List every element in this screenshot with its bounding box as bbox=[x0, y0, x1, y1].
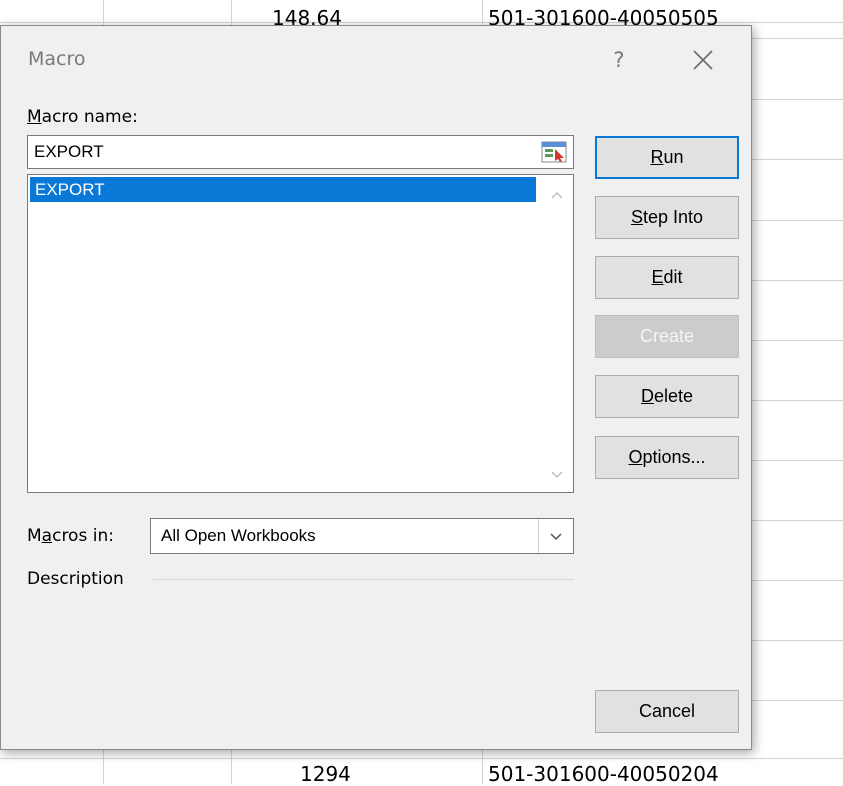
macros-in-label-post: cros in: bbox=[52, 526, 114, 546]
options-accel: O bbox=[628, 447, 643, 467]
cell-amount-bottom[interactable]: 1294 bbox=[300, 762, 351, 786]
edit-label: dit bbox=[663, 267, 683, 287]
edit-accel: E bbox=[651, 267, 664, 287]
run-accel: R bbox=[650, 147, 664, 167]
close-icon bbox=[693, 50, 713, 70]
macro-name-label-text: acro name: bbox=[41, 107, 138, 127]
macro-name-label-accel: M bbox=[27, 107, 42, 127]
grid-row-line bbox=[0, 758, 843, 759]
step-into-accel: S bbox=[630, 207, 643, 227]
macros-in-value: All Open Workbooks bbox=[161, 526, 316, 545]
cell-code-bottom[interactable]: 501-301600-40050204 bbox=[488, 762, 719, 786]
options-button[interactable]: Options... bbox=[595, 436, 739, 479]
macro-dialog: Macro ? Macro name: EXPORT EXPORT Run St… bbox=[0, 25, 752, 750]
scroll-up-icon[interactable] bbox=[542, 184, 572, 206]
macro-list-item-selected[interactable]: EXPORT bbox=[30, 177, 536, 202]
options-label: ptions... bbox=[642, 447, 706, 467]
step-into-button[interactable]: Step Into bbox=[595, 196, 739, 239]
scroll-down-icon[interactable] bbox=[542, 464, 572, 486]
macros-in-dropdown-button[interactable] bbox=[538, 519, 573, 553]
macro-list-scrollbar[interactable] bbox=[542, 176, 572, 491]
edit-button[interactable]: Edit bbox=[595, 256, 739, 299]
close-button[interactable] bbox=[681, 40, 725, 80]
collapse-dialog-icon[interactable] bbox=[541, 141, 567, 163]
create-button: Create bbox=[595, 315, 739, 358]
delete-button[interactable]: Delete bbox=[595, 375, 739, 418]
dialog-titlebar[interactable]: Macro ? bbox=[1, 26, 751, 96]
chevron-down-icon bbox=[550, 533, 562, 541]
macros-in-label-accel: a bbox=[41, 526, 53, 546]
macro-name-label: Macro name: bbox=[27, 107, 138, 127]
run-button[interactable]: Run bbox=[595, 136, 739, 179]
macro-name-input[interactable] bbox=[28, 136, 518, 168]
macro-list[interactable]: EXPORT bbox=[27, 174, 574, 493]
delete-accel: D bbox=[640, 386, 654, 406]
macros-in-select[interactable]: All Open Workbooks bbox=[150, 518, 574, 554]
step-into-label: tep Into bbox=[642, 207, 704, 227]
dialog-title: Macro bbox=[28, 48, 86, 70]
macros-in-label-pre: M bbox=[27, 526, 42, 546]
run-label: un bbox=[663, 147, 684, 167]
cancel-button[interactable]: Cancel bbox=[595, 690, 739, 733]
delete-label: elete bbox=[653, 386, 694, 406]
help-button[interactable]: ? bbox=[597, 40, 641, 80]
macro-name-field[interactable] bbox=[27, 135, 574, 169]
macros-in-label: Macros in: bbox=[27, 526, 114, 546]
description-label: Description bbox=[27, 569, 124, 589]
description-divider bbox=[153, 579, 574, 580]
